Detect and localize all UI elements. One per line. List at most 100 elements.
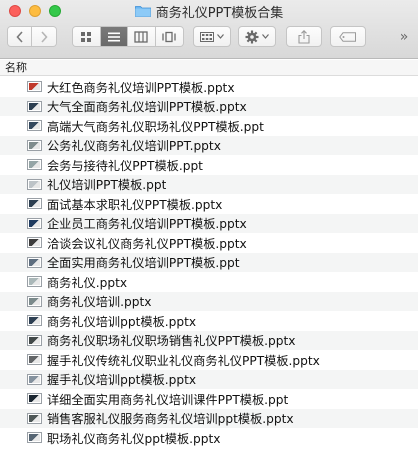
file-name: 企业员工商务礼仪培训PPT模板.pptx — [47, 217, 247, 232]
folder-icon — [134, 6, 151, 17]
file-row[interactable]: 高端大气商务礼仪职场礼仪PPT模板.ppt — [0, 116, 418, 136]
chevron-right-icon — [41, 30, 48, 43]
window-title: 商务礼仪PPT模板合集 — [0, 1, 418, 21]
file-row[interactable]: 详细全面实用商务礼仪培训课件PPT模板.ppt — [0, 389, 418, 409]
forward-button[interactable] — [32, 27, 56, 46]
file-row[interactable]: 商务礼仪培训ppt模板.pptx — [0, 311, 418, 331]
presentation-file-icon — [27, 198, 42, 210]
file-row[interactable]: 握手礼仪传统礼仪职业礼仪商务礼仪PPT模板.pptx — [0, 350, 418, 370]
gear-icon — [245, 30, 259, 43]
window-toolbar: 商务礼仪PPT模板合集 » — [0, 0, 418, 59]
list-view-button[interactable] — [100, 27, 128, 46]
presentation-file-icon — [27, 295, 42, 307]
icon-view-icon — [81, 31, 92, 42]
column-header-name-label: 名称 — [5, 61, 27, 74]
overflow-label: » — [399, 28, 409, 45]
file-thumbnail — [29, 297, 40, 305]
presentation-file-icon — [27, 100, 42, 112]
presentation-file-icon — [27, 354, 42, 366]
chevron-down-icon — [217, 34, 224, 39]
file-name: 职场礼仪商务礼仪ppt模板.pptx — [47, 431, 221, 446]
column-view-icon — [134, 30, 148, 43]
icon-view-button[interactable] — [73, 27, 101, 46]
file-row[interactable]: 握手礼仪培训ppt模板.pptx — [0, 369, 418, 389]
file-row[interactable]: 礼仪培训PPT模板.ppt — [0, 174, 418, 194]
presentation-file-icon — [27, 237, 42, 249]
file-name: 握手礼仪传统礼仪职业礼仪商务礼仪PPT模板.pptx — [47, 353, 320, 368]
view-mode-control — [72, 26, 184, 47]
file-name: 握手礼仪培训ppt模板.pptx — [47, 373, 197, 388]
file-row[interactable]: 销售客服礼仪服务商务礼仪培训ppt模板.pptx — [0, 408, 418, 428]
presentation-file-icon — [27, 412, 42, 424]
back-button[interactable] — [8, 27, 33, 46]
file-thumbnail — [29, 375, 40, 383]
tags-button[interactable] — [330, 26, 366, 47]
file-name: 礼仪培训PPT模板.ppt — [47, 178, 167, 193]
finder-window: 商务礼仪PPT模板合集 » 名称 大红色商务礼仪培训PPT模板.pptx 大气全… — [0, 0, 418, 470]
file-thumbnail — [29, 278, 40, 286]
file-name: 商务礼仪职场礼仪职场销售礼仪PPT模板.pptx — [47, 334, 296, 349]
file-thumbnail — [29, 239, 40, 247]
presentation-file-icon — [27, 178, 42, 190]
tag-icon — [339, 31, 356, 42]
file-row[interactable]: 全面实用商务礼仪培训PPT模板.ppt — [0, 252, 418, 272]
file-thumbnail — [29, 336, 40, 344]
file-row[interactable]: 商务礼仪培训.pptx — [0, 291, 418, 311]
file-row[interactable]: 大气全面商务礼仪培训PPT模板.pptx — [0, 96, 418, 116]
arrange-button[interactable] — [193, 26, 231, 47]
file-row[interactable]: 商务礼仪.pptx — [0, 272, 418, 292]
file-thumbnail — [29, 122, 40, 130]
file-list: 大红色商务礼仪培训PPT模板.pptx 大气全面商务礼仪培训PPT模板.pptx 高… — [0, 77, 418, 448]
column-view-button[interactable] — [128, 27, 156, 46]
presentation-file-icon — [27, 373, 42, 385]
file-name: 商务礼仪.pptx — [47, 275, 128, 290]
column-header-name[interactable]: 名称 — [0, 60, 418, 76]
file-thumbnail — [29, 258, 40, 266]
file-row[interactable]: 面试基本求职礼仪PPT模板.pptx — [0, 194, 418, 214]
presentation-file-icon — [27, 217, 42, 229]
file-thumbnail — [29, 395, 40, 403]
file-row[interactable]: 企业员工商务礼仪培训PPT模板.pptx — [0, 213, 418, 233]
file-thumbnail — [29, 161, 40, 169]
file-thumbnail — [29, 219, 40, 227]
presentation-file-icon — [27, 393, 42, 405]
file-name: 全面实用商务礼仪培训PPT模板.ppt — [47, 256, 240, 271]
file-thumbnail — [29, 434, 40, 442]
file-name: 销售客服礼仪服务商务礼仪培训ppt模板.pptx — [47, 412, 294, 427]
toolbar-overflow-button[interactable]: » — [394, 27, 414, 46]
file-thumbnail — [29, 356, 40, 364]
file-row[interactable]: 公务礼仪商务礼仪培训PPT.pptx — [0, 135, 418, 155]
cover-flow-button[interactable] — [155, 27, 183, 46]
file-row[interactable]: 会务与接待礼仪PPT模板.ppt — [0, 155, 418, 175]
file-thumbnail — [29, 317, 40, 325]
file-row[interactable]: 洽谈会议礼仪商务礼仪PPT模板.pptx — [0, 233, 418, 253]
presentation-file-icon — [27, 120, 42, 132]
presentation-file-icon — [27, 315, 42, 327]
presentation-file-icon — [27, 276, 42, 288]
file-thumbnail — [29, 141, 40, 149]
arrange-grid-icon — [200, 31, 214, 42]
file-row[interactable]: 职场礼仪商务礼仪ppt模板.pptx — [0, 428, 418, 448]
file-thumbnail — [29, 83, 40, 91]
file-row[interactable]: 大红色商务礼仪培训PPT模板.pptx — [0, 77, 418, 97]
chevron-down-icon — [262, 34, 269, 39]
cover-flow-icon — [162, 31, 176, 42]
file-name: 高端大气商务礼仪职场礼仪PPT模板.ppt — [47, 119, 264, 134]
action-button[interactable] — [238, 26, 276, 47]
presentation-file-icon — [27, 81, 42, 93]
chevron-left-icon — [15, 30, 23, 43]
presentation-file-icon — [27, 256, 42, 268]
file-name: 商务礼仪培训ppt模板.pptx — [47, 314, 197, 329]
file-name: 大红色商务礼仪培训PPT模板.pptx — [47, 80, 235, 95]
file-name: 详细全面实用商务礼仪培训课件PPT模板.ppt — [47, 392, 289, 407]
share-icon — [298, 29, 310, 44]
presentation-file-icon — [27, 334, 42, 346]
window-title-text: 商务礼仪PPT模板合集 — [155, 5, 284, 21]
presentation-file-icon — [27, 139, 42, 151]
list-view-icon — [107, 32, 120, 41]
file-row[interactable]: 商务礼仪职场礼仪职场销售礼仪PPT模板.pptx — [0, 330, 418, 350]
file-name: 商务礼仪培训.pptx — [47, 295, 152, 310]
share-button[interactable] — [286, 26, 322, 47]
file-thumbnail — [29, 102, 40, 110]
nav-buttons — [7, 26, 57, 47]
